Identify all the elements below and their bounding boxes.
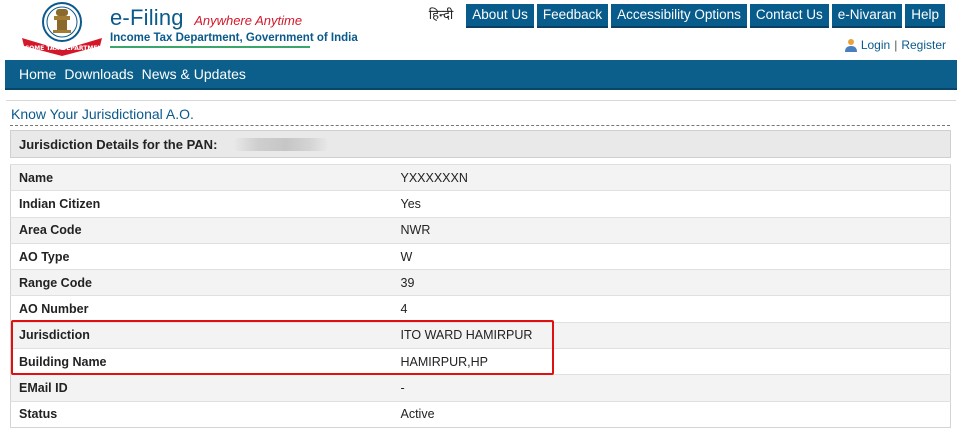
main-content: Know Your Jurisdictional A.O. Jurisdicti… [6, 100, 956, 438]
nav-downloads[interactable]: Downloads [64, 66, 133, 82]
e-nivaran-link[interactable]: e-Nivaran [831, 4, 903, 28]
user-icon [844, 39, 857, 52]
brand-tagline: Anywhere Anytime [194, 13, 303, 28]
row-value: W [392, 242, 951, 270]
pan-label: Jurisdiction Details for the PAN: [19, 137, 218, 152]
row-label: Range Code [10, 269, 393, 296]
row-label: Status [10, 400, 393, 428]
table-row: Range Code 39 [10, 269, 951, 296]
row-value: NWR [392, 216, 951, 244]
row-value: Yes [392, 190, 951, 218]
jurisdiction-details-table: Name YXXXXXXN Indian Citizen Yes Area Co… [10, 163, 951, 428]
row-label: AO Type [10, 242, 393, 270]
row-label: EMail ID [10, 374, 393, 402]
row-value: Active [392, 400, 951, 428]
auth-separator: | [894, 38, 898, 52]
row-value: ITO WARD HAMIRPUR [392, 321, 951, 349]
nav-home[interactable]: Home [19, 66, 56, 82]
pan-value-redacted [233, 138, 329, 151]
top-navigation: हिन्दी About Us Feedback Accessibility O… [429, 4, 945, 28]
row-label: Jurisdiction [10, 321, 393, 349]
row-value: YXXXXXXN [392, 163, 951, 191]
table-row: EMail ID - [10, 374, 951, 402]
row-value: 39 [392, 269, 951, 296]
row-label: Name [10, 163, 393, 191]
help-link[interactable]: Help [905, 4, 945, 28]
register-link[interactable]: Register [901, 38, 946, 52]
accessibility-options-link[interactable]: Accessibility Options [611, 4, 747, 28]
login-link[interactable]: Login [861, 38, 890, 52]
row-label: Indian Citizen [10, 190, 393, 218]
page-title: Know Your Jurisdictional A.O. [11, 106, 194, 122]
main-navigation-bar: Home Downloads News & Updates [5, 60, 957, 90]
row-label: Area Code [10, 216, 393, 244]
title-divider [10, 125, 950, 126]
table-row: Indian Citizen Yes [10, 190, 951, 218]
row-label: Building Name [10, 348, 393, 375]
row-value: HAMIRPUR,HP [392, 348, 951, 375]
table-row: Status Active [10, 400, 951, 428]
pan-header: Jurisdiction Details for the PAN: [10, 130, 951, 158]
table-row: Area Code NWR [10, 216, 951, 244]
brand-name: e-Filing [110, 5, 184, 30]
row-label: AO Number [10, 295, 393, 323]
row-value: - [392, 374, 951, 402]
table-row: AO Type W [10, 242, 951, 270]
emblem-caption: INCOME TAX DEPARTMENT [17, 45, 107, 52]
table-row: Building Name HAMIRPUR,HP [10, 348, 951, 375]
auth-links: Login | Register [844, 38, 946, 52]
contact-us-link[interactable]: Contact Us [749, 4, 829, 28]
site-header: INCOME TAX DEPARTMENT e-Filing Anywhere … [0, 0, 960, 60]
feedback-link[interactable]: Feedback [536, 4, 609, 28]
about-us-link[interactable]: About Us [466, 4, 534, 28]
nav-news-updates[interactable]: News & Updates [142, 66, 246, 82]
department-name: Income Tax Department, Government of Ind… [110, 32, 358, 48]
income-tax-emblem-logo[interactable]: INCOME TAX DEPARTMENT [16, 0, 108, 56]
brand: e-Filing Anywhere Anytime Income Tax Dep… [110, 5, 358, 48]
table-row: AO Number 4 [10, 295, 951, 323]
language-hindi-link[interactable]: हिन्दी [429, 4, 464, 28]
row-value: 4 [392, 295, 951, 323]
table-row: Jurisdiction ITO WARD HAMIRPUR [10, 321, 951, 349]
table-row: Name YXXXXXXN [10, 163, 951, 191]
